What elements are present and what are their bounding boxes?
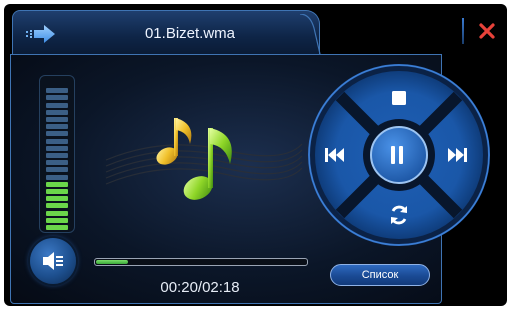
volume-segment [46, 225, 68, 230]
progress-fill [96, 260, 128, 264]
previous-button[interactable] [320, 140, 350, 170]
repeat-icon [391, 205, 407, 225]
volume-segment [46, 160, 68, 166]
back-arrow-icon[interactable] [24, 23, 58, 45]
track-title: 01.Bizet.wma [144, 25, 236, 42]
pause-icon [391, 146, 403, 164]
repeat-button[interactable] [384, 200, 414, 230]
volume-segment [46, 153, 68, 158]
volume-segment [46, 117, 68, 122]
close-icon[interactable] [476, 20, 498, 42]
previous-icon [325, 148, 344, 162]
time-readout: 00:20/02:18 [160, 279, 240, 296]
volume-segment [46, 109, 68, 115]
volume-button[interactable] [30, 238, 76, 284]
volume-segment [46, 217, 68, 223]
title-divider [462, 18, 464, 44]
progress-bar[interactable] [94, 258, 308, 266]
music-notes-icon [105, 118, 303, 200]
media-player: 01.Bizet.wma 00:20/02:18 Список [0, 0, 511, 310]
next-button[interactable] [442, 140, 472, 170]
volume-segment [46, 138, 68, 144]
volume-segment [46, 203, 68, 209]
speaker-icon [43, 252, 63, 270]
list-button[interactable]: Список [330, 264, 430, 286]
pause-button[interactable] [382, 140, 412, 170]
volume-segment [46, 167, 68, 173]
volume-segment [46, 210, 68, 216]
volume-segment [46, 189, 68, 194]
volume-segment [46, 131, 68, 137]
volume-segment [46, 95, 68, 101]
volume-segment [46, 196, 68, 202]
volume-segment [46, 145, 68, 151]
stop-icon [392, 91, 406, 105]
volume-segment [46, 88, 68, 94]
volume-segment [46, 181, 68, 187]
volume-segment [46, 174, 68, 180]
volume-segment [46, 124, 68, 130]
next-icon [448, 148, 467, 162]
stop-button[interactable] [384, 84, 414, 114]
volume-segment [46, 102, 68, 108]
